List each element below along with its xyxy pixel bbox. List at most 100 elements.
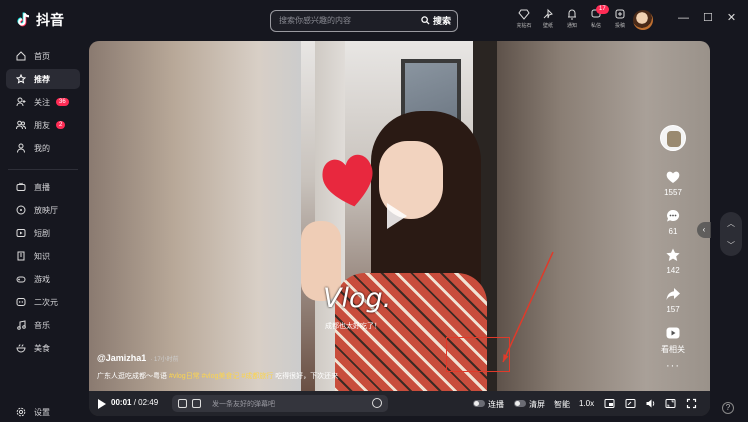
sidebar-item-anime[interactable]: 二次元 [6,292,80,312]
search-button[interactable]: 搜索 [421,14,451,27]
topbar-item-label: 壁纸 [542,23,553,29]
autoplay-toggle[interactable] [473,400,485,407]
sidebar-item-profile[interactable]: 我的 [6,138,80,158]
web-fullscreen-icon[interactable] [665,398,676,409]
sidebar-item-home[interactable]: 首页 [6,46,80,66]
sidebar-item-label: 关注 [34,97,50,107]
hashtag-link[interactable]: #vlog日常 [169,373,200,380]
fullscreen-icon[interactable] [686,398,697,409]
upload-icon [615,9,625,19]
sidebar-item-label: 朋友 [34,120,50,130]
sidebar-item-label: 设置 [34,407,50,417]
app-name: 抖音 [36,12,64,28]
autoplay-label[interactable]: 连播 [488,399,504,410]
sidebar-item-label: 放映厅 [34,205,58,215]
window-controls: — ☐ ✕ [678,11,736,25]
favorite-count: 142 [666,266,680,275]
collapse-panel-button[interactable]: ‹ [697,222,711,238]
topbar-item-label: 通知 [566,23,577,29]
clear-screen-toggle[interactable] [514,400,526,407]
sidebar-item-music[interactable]: 音乐 [6,315,80,335]
mini-player-icon[interactable] [625,398,636,409]
search-box[interactable]: 搜索你感兴趣的内容 搜索 [270,10,458,32]
follow-icon [16,97,26,107]
topbar-item-upload[interactable]: 投稿 [611,8,629,29]
danmaku-input[interactable]: 发一条友好的弹幕吧 [212,399,275,409]
help-icon[interactable]: ? [722,402,734,414]
favorite-button[interactable]: 142 [665,247,681,275]
clear-screen-label[interactable]: 清屏 [529,399,545,410]
sidebar-item-recommend[interactable]: 推荐 [6,69,80,89]
sidebar-item-label: 直播 [34,182,50,192]
messages-badge: 17 [596,5,609,14]
related-play-icon [666,327,680,339]
like-count: 1557 [664,188,682,197]
sidebar-item-follow[interactable]: 关注 36 [6,92,80,112]
share-icon [666,288,680,300]
star-icon [666,248,680,261]
author-avatar[interactable] [660,125,686,151]
sidebar-item-label: 首页 [34,51,50,61]
follow-count-badge: 36 [56,98,69,106]
search-input[interactable]: 搜索你感兴趣的内容 [279,15,351,26]
share-button[interactable]: 157 [665,286,681,314]
friends-count-badge: 2 [56,121,66,129]
sidebar-item-live[interactable]: 直播 [6,177,80,197]
action-column: 1557 61 142 157 看相关 ··· [657,125,689,372]
app-logo[interactable]: 抖音 [14,10,64,30]
sidebar-item-drama[interactable]: 短剧 [6,223,80,243]
pip-icon[interactable] [604,398,615,409]
video-switcher: ︿ ﹀ [720,212,742,256]
previous-video-icon[interactable]: ︿ [727,218,735,229]
sidebar-item-settings[interactable]: 设置 [6,402,80,422]
user-avatar[interactable] [633,10,653,30]
topbar-item-messages[interactable]: 私信 17 [587,5,609,29]
sidebar-item-friends[interactable]: 朋友 2 [6,115,80,135]
sidebar-divider [8,169,78,170]
play-overlay-icon[interactable] [387,203,407,229]
next-video-icon[interactable]: ﹀ [727,240,735,251]
maximize-icon[interactable]: ☐ [703,11,713,25]
sidebar-item-label: 美食 [34,343,50,353]
speed-button[interactable]: 1.0x [579,399,594,408]
sidebar-item-cinema[interactable]: 放映厅 [6,200,80,220]
comment-button[interactable]: 61 [665,208,681,236]
douyin-logo-icon [17,12,30,27]
video-player[interactable]: Vlog. 成都也太好吃了！ 1557 61 142 157 看相关 ··· @… [89,41,710,416]
close-icon[interactable]: ✕ [727,11,736,25]
more-options-icon[interactable]: ··· [666,360,680,372]
danmaku-toggle-icon[interactable] [178,399,187,408]
topbar-item-label: 充钻石 [516,23,532,29]
cinema-icon [16,205,26,215]
topbar-item-notify[interactable]: 通知 [563,8,581,29]
duration: 02:49 [138,398,159,407]
quality-button[interactable]: 智能 [554,399,570,410]
share-count: 157 [666,305,680,314]
anime-icon [16,298,26,306]
author-name[interactable]: @Jamizha1 [97,353,146,363]
post-time: · 17小时前 [150,357,179,363]
heart-mirror-image [322,154,373,207]
profile-icon [17,143,25,153]
volume-icon[interactable] [645,398,656,409]
topbar-item-wallpaper[interactable]: 壁纸 [539,8,557,29]
sidebar-item-game[interactable]: 游戏 [6,269,80,289]
related-button[interactable]: 看相关 [661,325,685,355]
emoji-icon[interactable] [372,398,382,408]
live-icon [16,182,26,191]
hashtag-link[interactable]: #vlog美食记 [202,373,240,380]
comment-icon [667,209,680,222]
danmaku-input-box[interactable]: 发一条友好的弹幕吧 [172,395,388,412]
sidebar-item-label: 我的 [34,143,50,153]
top-bar: 抖音 搜索你感兴趣的内容 搜索 充钻石 壁纸 通知 私信 17 投稿 — ☐ ✕ [0,0,748,40]
sidebar-item-knowledge[interactable]: 知识 [6,246,80,266]
topbar-item-diamond[interactable]: 充钻石 [515,8,533,29]
game-icon [16,276,26,283]
play-pause-icon[interactable] [98,399,106,409]
like-button[interactable]: 1557 [664,169,682,197]
danmaku-settings-icon[interactable] [192,399,201,408]
video-overlay-title: Vlog. [323,283,392,314]
minimize-icon[interactable]: — [678,11,689,25]
hashtag-link[interactable]: #成都旅行 [241,373,273,380]
sidebar-item-food[interactable]: 美食 [6,338,80,358]
